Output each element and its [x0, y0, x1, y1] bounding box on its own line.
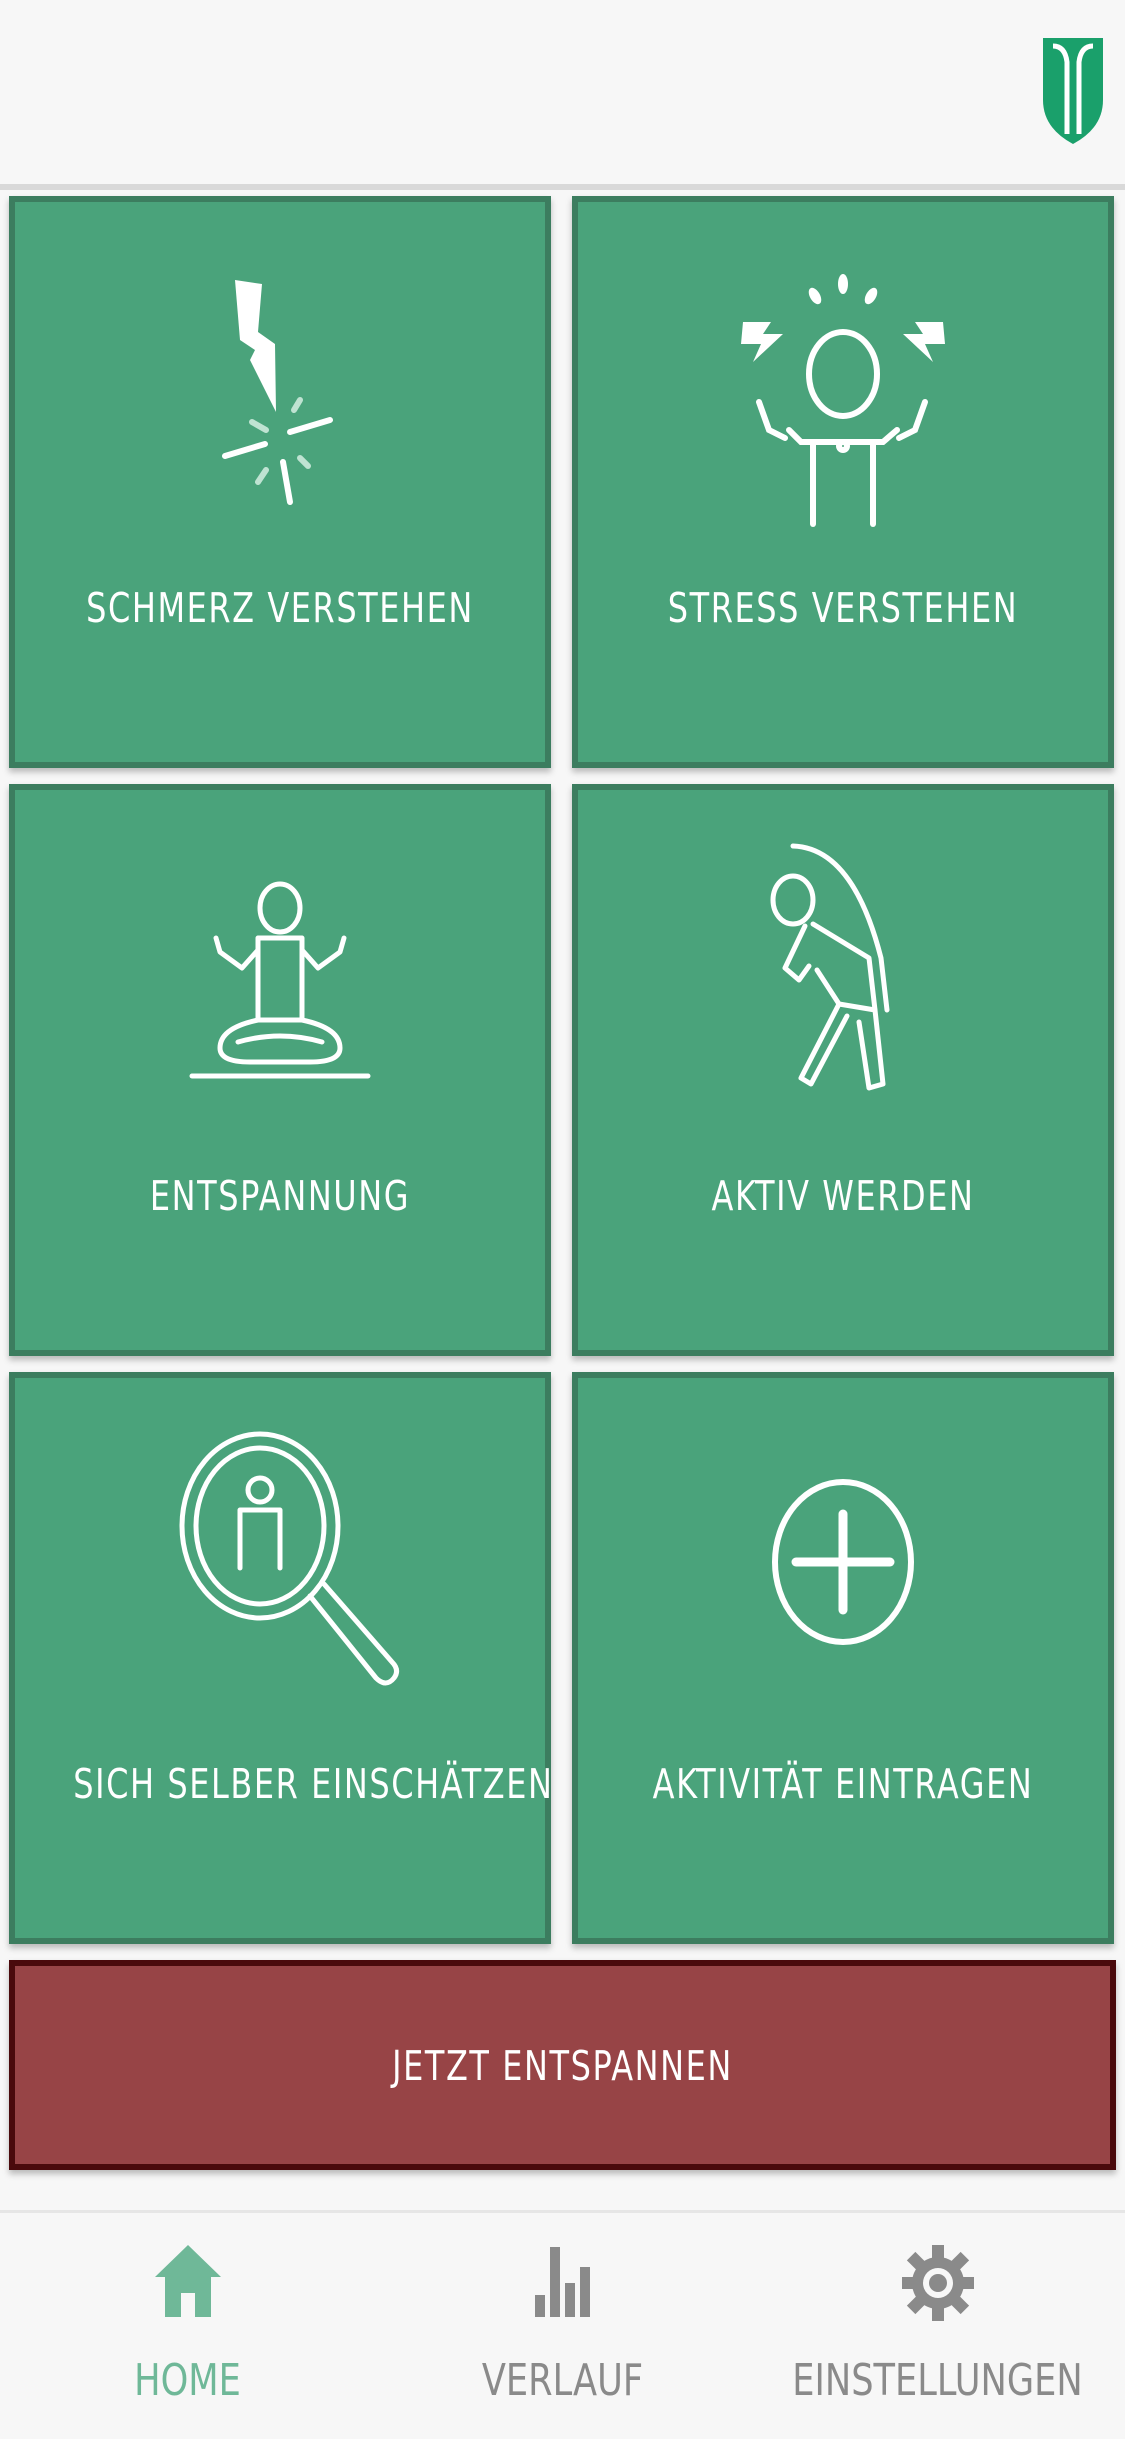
tile-label: SCHMERZ VERSTEHEN [86, 584, 474, 632]
tile-stress-verstehen[interactable]: STRESS VERSTEHEN [572, 196, 1114, 768]
stressed-person-icon [741, 274, 945, 527]
tile-label: AKTIV WERDEN [711, 1172, 975, 1220]
cta-label: JETZT ENTSPANNEN [392, 2042, 733, 2090]
tab-einstellungen[interactable]: EINSTELLUNGEN [750, 2213, 1125, 2439]
pain-lightning-icon [222, 280, 333, 505]
stretching-person-icon [770, 843, 890, 1091]
tile-label: AKTIVITÄT EINTRAGEN [652, 1760, 1034, 1808]
tile-sich-selber-einschaetzen[interactable]: SICH SELBER EINSCHÄTZEN [9, 1372, 554, 1944]
bottom-tab-bar: HOME VERLAUF EINSTELLUNGEN [0, 2210, 1125, 2439]
gear-icon [901, 2245, 974, 2321]
tab-einstellungen-label: EINSTELLUNGEN [792, 2355, 1083, 2406]
meditation-icon [189, 881, 371, 1079]
tab-verlauf[interactable]: VERLAUF [375, 2213, 750, 2439]
add-circle-icon [772, 1479, 914, 1645]
tile-entspannung[interactable]: ENTSPANNUNG [9, 784, 551, 1356]
tile-schmerz-verstehen[interactable]: SCHMERZ VERSTEHEN [9, 196, 551, 768]
bar-chart-icon [534, 2247, 590, 2317]
tile-label: ENTSPANNUNG [149, 1172, 411, 1220]
tab-verlauf-label: VERLAUF [481, 2355, 644, 2406]
tile-aktiv-werden[interactable]: AKTIV WERDEN [572, 784, 1114, 1356]
app-header [0, 0, 1125, 190]
tile-aktivitaet-eintragen[interactable]: AKTIVITÄT EINTRAGEN [572, 1372, 1114, 1944]
tile-label: SICH SELBER EINSCHÄTZEN [73, 1760, 554, 1808]
university-logo-icon [1043, 38, 1103, 144]
home-icon [154, 2245, 221, 2317]
tab-home[interactable]: HOME [0, 2213, 375, 2439]
tab-home-label: HOME [134, 2355, 241, 2406]
jetzt-entspannen-button[interactable]: JETZT ENTSPANNEN [9, 1960, 1116, 2170]
tile-label: STRESS VERSTEHEN [667, 584, 1019, 632]
self-assessment-magnifier-icon [179, 1431, 400, 1686]
